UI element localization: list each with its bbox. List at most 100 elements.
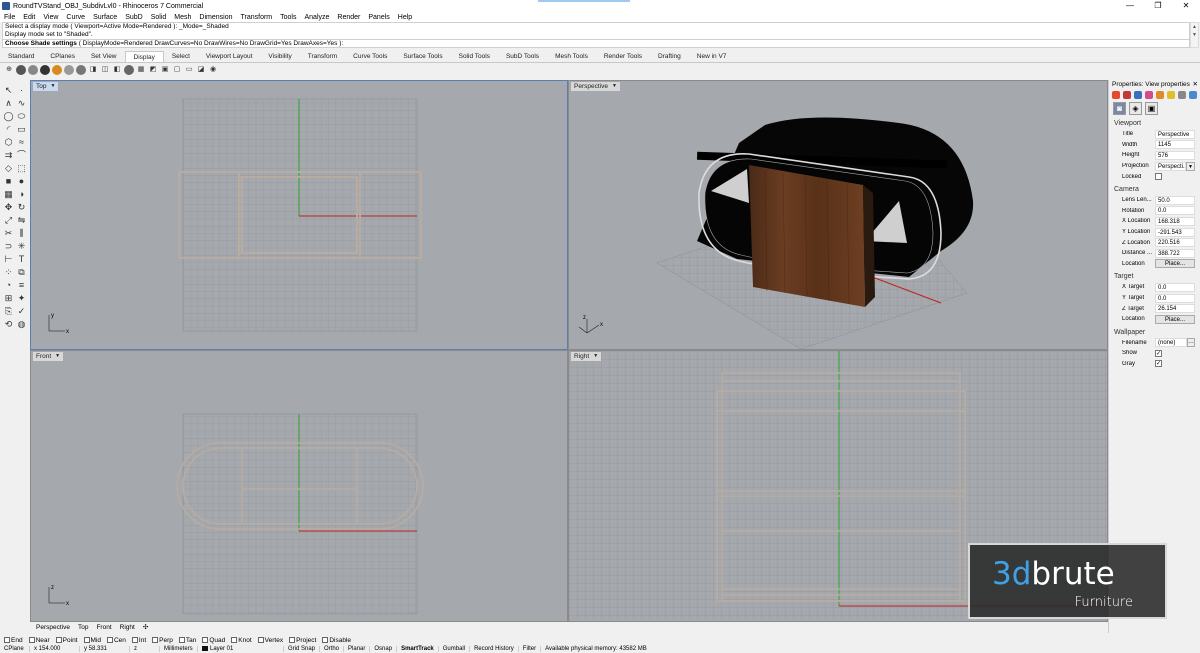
menu-view[interactable]: View <box>39 14 62 21</box>
named-view-icon[interactable]: ◈ <box>1129 101 1142 115</box>
render-window-icon[interactable]: ◪ <box>196 65 206 75</box>
layers-icon[interactable] <box>1178 90 1186 99</box>
menu-file[interactable]: File <box>0 14 19 21</box>
tab-solid-tools[interactable]: Solid Tools <box>451 51 498 62</box>
tab-subd-tools[interactable]: SubD Tools <box>498 51 547 62</box>
artistic-icon[interactable]: ◫ <box>100 65 110 75</box>
vptab-top[interactable]: Top <box>78 624 88 631</box>
toggle-gumball[interactable]: Gumball <box>439 646 471 652</box>
osnap-mid[interactable]: Mid <box>83 637 101 644</box>
tab-transform[interactable]: Transform <box>300 51 345 62</box>
menu-help[interactable]: Help <box>394 14 416 21</box>
dimension-icon[interactable]: ⊢ <box>3 254 14 265</box>
polygon-icon[interactable]: ⬡ <box>3 137 14 148</box>
render-icon[interactable]: ◍ <box>16 319 27 330</box>
rotation-field[interactable]: 0.0 <box>1155 206 1195 216</box>
pen-mode-icon[interactable]: ◧ <box>112 65 122 75</box>
lens-length-field[interactable]: 50.0 <box>1155 195 1195 205</box>
add-viewport-icon[interactable]: ✣ <box>143 623 148 631</box>
menu-transform[interactable]: Transform <box>237 14 277 21</box>
tab-render-tools[interactable]: Render Tools <box>596 51 650 62</box>
tab-viewport-layout[interactable]: Viewport Layout <box>198 51 261 62</box>
menu-surface[interactable]: Surface <box>89 14 121 21</box>
grid-icon[interactable]: ⊞ <box>3 293 14 304</box>
vptab-perspective[interactable]: Perspective <box>36 624 70 631</box>
viewport-perspective[interactable]: Perspective ▼ z x <box>568 80 1108 350</box>
color-wheel-icon[interactable] <box>1112 90 1120 99</box>
arc-icon[interactable]: ◜ <box>3 124 14 135</box>
viewport-perspective-label[interactable]: Perspective ▼ <box>571 82 620 91</box>
z-target-field[interactable]: 26.154 <box>1155 304 1195 314</box>
capture-icon[interactable]: ▢ <box>172 65 182 75</box>
tab-drafting[interactable]: Drafting <box>650 51 689 62</box>
menu-dimension[interactable]: Dimension <box>195 14 236 21</box>
menu-edit[interactable]: Edit <box>19 14 39 21</box>
menu-analyze[interactable]: Analyze <box>300 14 333 21</box>
mesh-icon[interactable]: ▦ <box>136 65 146 75</box>
z-location-field[interactable]: 220.516 <box>1155 238 1195 248</box>
copy-icon[interactable]: ⎘ <box>3 306 14 317</box>
folder-icon[interactable] <box>1167 90 1175 99</box>
text-icon[interactable]: T <box>16 254 27 265</box>
analyze-icon[interactable]: ◔ <box>3 280 14 291</box>
surface-icon[interactable]: ◇ <box>3 163 14 174</box>
technical-icon[interactable]: ◨ <box>88 65 98 75</box>
osnap-quad[interactable]: Quad <box>202 637 225 644</box>
scale-icon[interactable]: ⤢ <box>3 215 14 226</box>
split-icon[interactable]: ⫼ <box>16 228 27 239</box>
toggle-osnap[interactable]: Osnap <box>370 646 398 652</box>
viewport-title-field[interactable]: Perspective <box>1155 129 1195 139</box>
display-mode-icon[interactable]: ◉ <box>208 65 218 75</box>
osnap-project[interactable]: Project <box>289 637 316 644</box>
viewport-top[interactable]: Top ▼ y x <box>30 80 568 350</box>
menu-panels[interactable]: Panels <box>364 14 393 21</box>
status-layer[interactable]: Layer 01 <box>198 645 284 653</box>
offset-icon[interactable]: ⇉ <box>3 150 14 161</box>
tab-select[interactable]: Select <box>164 51 198 62</box>
globe-icon[interactable]: ⊕ <box>4 65 14 75</box>
menu-render[interactable]: Render <box>333 14 364 21</box>
menu-solid[interactable]: Solid <box>147 14 171 21</box>
help-icon[interactable] <box>1189 90 1197 99</box>
xray-sphere-icon[interactable] <box>76 65 86 75</box>
osnap-int[interactable]: Int <box>131 637 146 644</box>
minimize-button[interactable]: — <box>1116 0 1144 12</box>
curve-icon[interactable]: ∿ <box>16 98 27 109</box>
viewport-right-label[interactable]: Right ▼ <box>571 352 602 361</box>
tab-mesh-tools[interactable]: Mesh Tools <box>547 51 596 62</box>
vptab-front[interactable]: Front <box>96 624 111 631</box>
locked-checkbox[interactable] <box>1155 173 1162 181</box>
rotate-icon[interactable]: ↻ <box>16 202 27 213</box>
menu-mesh[interactable]: Mesh <box>170 14 195 21</box>
gray-checkbox[interactable]: ✓ <box>1155 360 1162 368</box>
check-icon[interactable]: ✓ <box>16 306 27 317</box>
select-arrow-icon[interactable]: ↖ <box>3 85 14 96</box>
tab-cplanes[interactable]: CPlanes <box>42 51 83 62</box>
rectangle-icon[interactable]: ▭ <box>16 124 27 135</box>
toggle-filter[interactable]: Filter <box>519 646 542 652</box>
toggle-record-history[interactable]: Record History <box>470 646 519 652</box>
osnap-cen[interactable]: Cen <box>106 637 126 644</box>
show-checkbox[interactable]: ✓ <box>1155 349 1162 357</box>
explode-icon[interactable]: ✳ <box>16 241 27 252</box>
osnap-tan[interactable]: Tan <box>178 637 196 644</box>
osnap-perp[interactable]: Perp <box>152 637 173 644</box>
arctic-sphere-icon[interactable] <box>124 65 134 75</box>
texture-icon[interactable] <box>1145 90 1153 99</box>
tab-curve-tools[interactable]: Curve Tools <box>345 51 395 62</box>
viewport-front[interactable]: Front ▼ z x <box>30 350 568 622</box>
status-units[interactable]: Millimeters <box>160 646 198 652</box>
menu-curve[interactable]: Curve <box>62 14 89 21</box>
osnap-near[interactable]: Near <box>28 637 50 644</box>
distance-field[interactable]: 388.722 <box>1155 248 1195 258</box>
toggle-ortho[interactable]: Ortho <box>320 646 345 652</box>
box-icon[interactable]: ■ <box>3 176 14 187</box>
point-icon[interactable]: · <box>16 85 27 96</box>
wallpaper-filename-field[interactable]: (none) <box>1155 338 1187 348</box>
material-sphere-icon[interactable] <box>52 65 62 75</box>
panel-close-icon[interactable]: ✕ <box>1193 80 1198 89</box>
fillet-icon[interactable]: ⌒ <box>16 150 27 161</box>
group-icon[interactable]: ⧉ <box>16 267 27 278</box>
display-options-icon[interactable]: ▣ <box>160 65 170 75</box>
camera-place-button[interactable]: Place... <box>1155 259 1195 269</box>
